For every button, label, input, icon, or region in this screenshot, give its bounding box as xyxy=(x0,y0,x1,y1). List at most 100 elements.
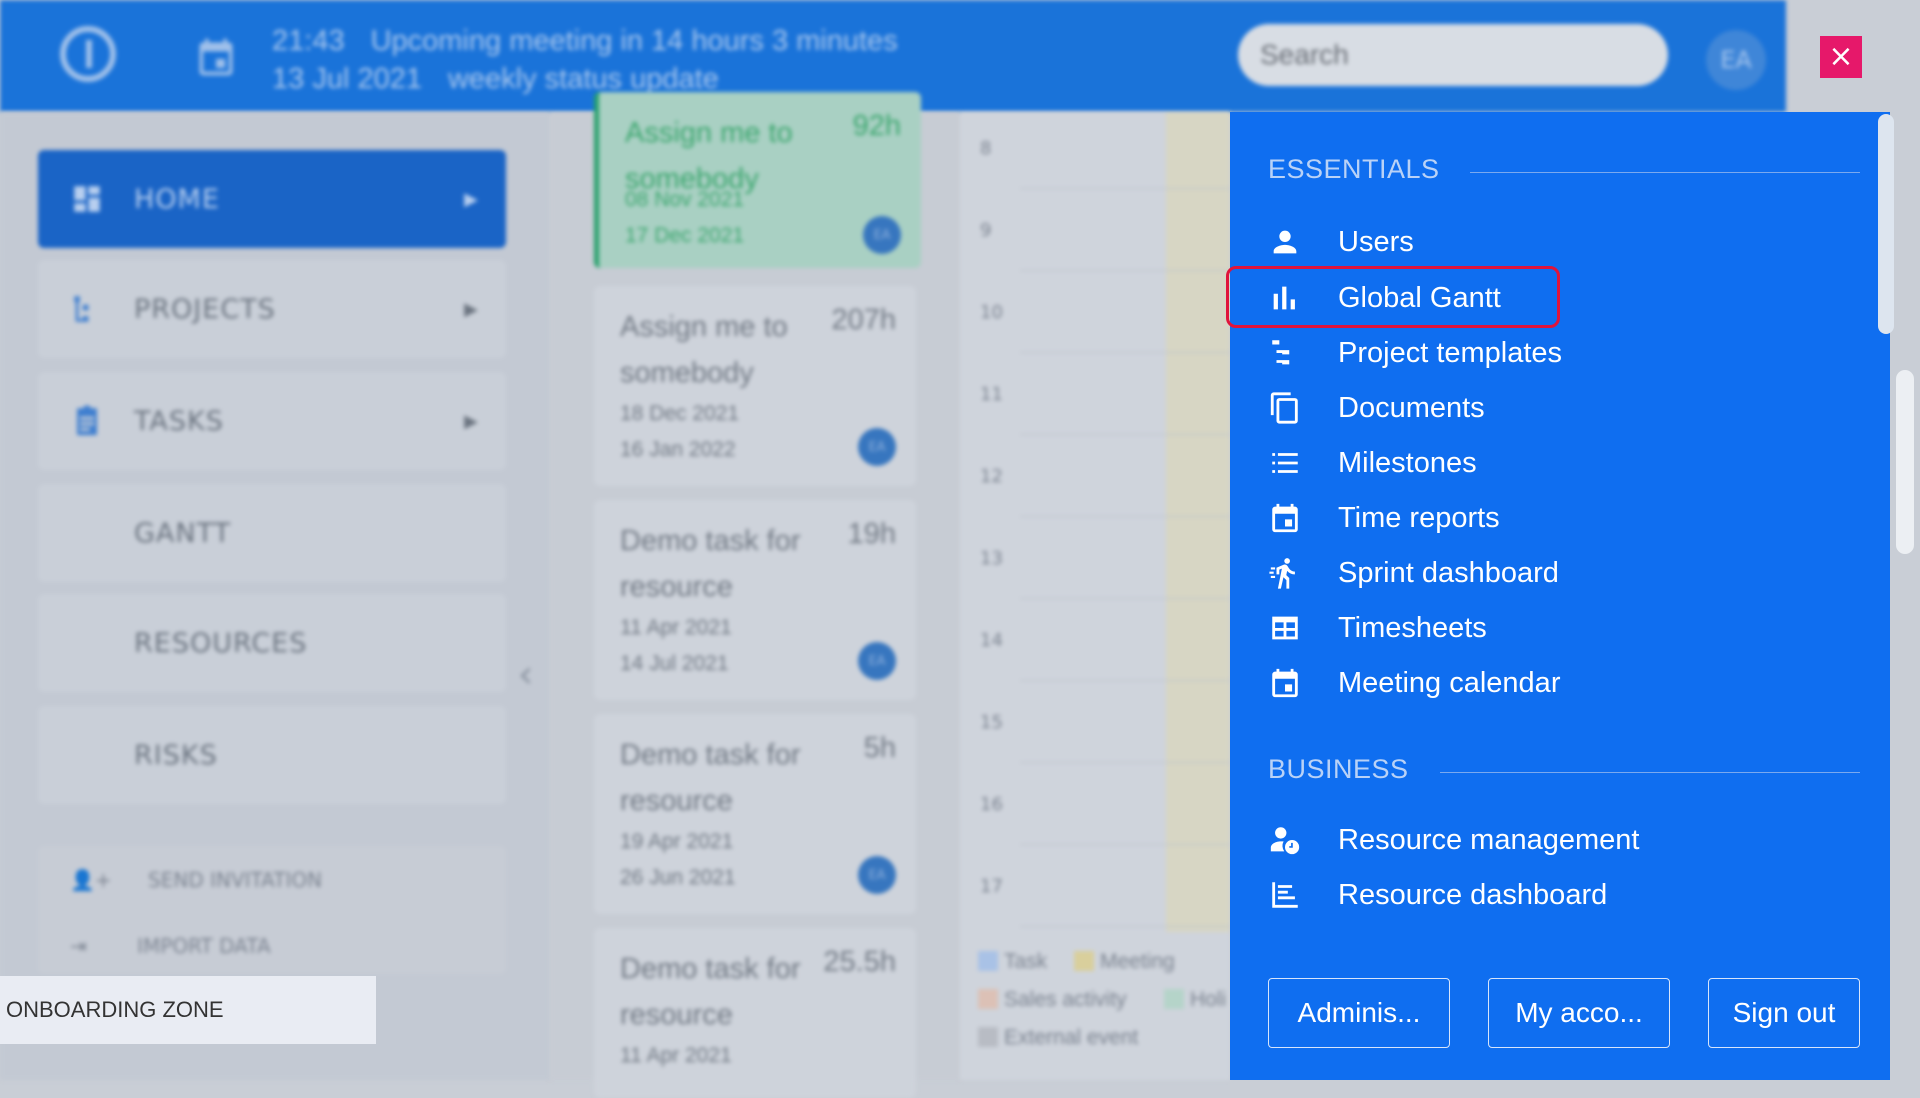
task-start: 11 Apr 2021 xyxy=(620,1044,732,1067)
task-list: Assign me to somebody 92h 08 Nov 2021 17… xyxy=(550,92,960,1098)
calendar-hour-label: 13 xyxy=(980,548,1003,569)
sidebar-item-projects[interactable]: PROJECTS ▶ xyxy=(38,260,506,358)
menu-item-label: Sprint dashboard xyxy=(1338,556,1559,589)
menu-item-label: Users xyxy=(1338,225,1414,258)
menu-item-label: Timesheets xyxy=(1338,611,1487,644)
task-hours: 207h xyxy=(831,304,896,336)
menu-item-project-templates[interactable]: Project templates xyxy=(1268,329,1828,377)
calendar-hour-label: 10 xyxy=(980,302,1003,323)
legend-swatch xyxy=(978,989,998,1009)
tree-icon xyxy=(74,296,89,322)
calendar-hour-label: 11 xyxy=(980,384,1003,405)
panel-scrollbar[interactable] xyxy=(1878,114,1894,334)
menu-item-resource-dashboard[interactable]: Resource dashboard xyxy=(1268,871,1828,919)
search-input[interactable] xyxy=(1238,24,1668,86)
legend-swatch xyxy=(978,951,998,971)
task-card[interactable]: Demo task for resource 5h 19 Apr 2021 26… xyxy=(594,714,916,914)
task-avatar: EA xyxy=(858,856,896,894)
sidebar-item-label: RISKS xyxy=(134,739,218,771)
calendar-hour-line xyxy=(1020,188,1230,189)
legend-item: Sales activity xyxy=(978,988,1127,1012)
menu-item-label: Meeting calendar xyxy=(1338,666,1561,699)
page-scrollbar[interactable] xyxy=(1896,370,1914,554)
import-icon: ⇥ xyxy=(70,934,94,958)
chevron-right-icon: ▶ xyxy=(464,410,478,432)
meeting-countdown: Upcoming meeting in 14 hours 3 minutes xyxy=(370,25,898,57)
app-logo-icon[interactable] xyxy=(60,26,116,82)
clipboard-icon xyxy=(77,405,97,436)
calendar-icon[interactable] xyxy=(194,34,238,84)
sidebar-item-risks[interactable]: RISKS xyxy=(38,706,506,804)
user-avatar[interactable]: EA xyxy=(1706,30,1766,90)
onboarding-zone-button[interactable]: ONBOARDING ZONE xyxy=(0,976,376,1044)
calendar-hour-line xyxy=(1020,434,1230,435)
menu-item-meeting-calendar[interactable]: Meeting calendar xyxy=(1268,659,1828,707)
task-card[interactable]: Assign me to somebody 207h 18 Dec 2021 1… xyxy=(594,286,916,486)
sign-out-button[interactable]: Sign out xyxy=(1708,978,1860,1048)
sidebar-item-gantt[interactable]: GANTT xyxy=(38,484,506,582)
dashboard-icon xyxy=(74,186,100,212)
meeting-title: weekly status update xyxy=(447,63,719,95)
menu-item-milestones[interactable]: Milestones xyxy=(1268,439,1828,487)
section-divider xyxy=(1470,172,1860,173)
menu-item-sprint-dashboard[interactable]: Sprint dashboard xyxy=(1268,549,1828,597)
calendar-hour-line xyxy=(1020,680,1230,681)
legend-item: External event xyxy=(978,1026,1138,1050)
menu-item-label: Resource management xyxy=(1338,823,1640,856)
send-invitation-label: SEND INVITATION xyxy=(148,868,323,892)
upcoming-meeting[interactable]: 21:43 Upcoming meeting in 14 hours 3 minu… xyxy=(272,22,924,98)
day-calendar: 8 9 10 11 12 13 14 15 16 17 Task Meeting Sales ac… xyxy=(960,112,1230,1080)
dashboard-icon xyxy=(1272,882,1298,908)
legend-swatch xyxy=(1164,989,1184,1009)
legend-swatch xyxy=(978,1027,998,1047)
legend-label: External event xyxy=(1004,1026,1139,1049)
business-heading: BUSINESS xyxy=(1268,754,1409,784)
menu-item-time-reports[interactable]: Time reports xyxy=(1268,494,1828,542)
task-start: 18 Dec 2021 xyxy=(620,402,740,425)
import-data-label: IMPORT DATA xyxy=(137,934,271,958)
sidebar-item-label: RESOURCES xyxy=(134,627,308,659)
chevron-right-icon: ▶ xyxy=(464,188,478,210)
section-divider xyxy=(1440,772,1860,773)
person-add-icon: 👤+ xyxy=(70,868,119,892)
legend-item: Holi xyxy=(1164,988,1226,1012)
import-data-link[interactable]: ⇥ IMPORT DATA xyxy=(70,934,271,958)
menu-item-label: Milestones xyxy=(1338,446,1477,479)
menu-item-label: Time reports xyxy=(1338,501,1500,534)
calendar-hour-line xyxy=(1020,926,1230,927)
task-hours: 92h xyxy=(852,110,901,142)
chevron-right-icon: ▶ xyxy=(464,298,478,320)
task-hours: 19h xyxy=(847,518,896,550)
task-card[interactable]: Demo task for resource 19h 11 Apr 2021 1… xyxy=(594,500,916,700)
legend-item: Meeting xyxy=(1074,950,1175,974)
task-title: Demo task for resource xyxy=(620,739,801,817)
task-card[interactable]: Assign me to somebody 92h 08 Nov 2021 17… xyxy=(594,92,921,268)
tree-icon xyxy=(1272,340,1290,365)
menu-item-resource-management[interactable]: Resource management xyxy=(1268,816,1828,864)
menu-item-users[interactable]: Users xyxy=(1268,218,1828,266)
bar-chart-icon xyxy=(1273,286,1295,310)
task-title: Assign me to somebody xyxy=(620,311,788,389)
close-panel-button[interactable]: × xyxy=(1820,36,1862,78)
menu-item-documents[interactable]: Documents xyxy=(1268,384,1828,432)
menu-item-global-gantt[interactable]: Global Gantt xyxy=(1268,274,1828,322)
administration-button[interactable]: Adminis... xyxy=(1268,978,1450,1048)
legend-label: Sales activity xyxy=(1004,988,1127,1011)
calendar-hour-label: 14 xyxy=(980,630,1003,651)
menu-item-timesheets[interactable]: Timesheets xyxy=(1268,604,1828,652)
calendar-hour-label: 17 xyxy=(980,876,1003,897)
calendar-hour-line xyxy=(1020,844,1230,845)
calendar-hour-line xyxy=(1020,762,1230,763)
collapse-sidebar-icon[interactable]: ‹ xyxy=(518,652,533,696)
calendar-hour-line xyxy=(1020,352,1230,353)
task-end: 14 Jul 2021 xyxy=(620,652,729,675)
sidebar: HOME ▶ PROJECTS ▶ TASKS ▶ GANTT RESOURCE… xyxy=(0,112,550,1080)
legend-swatch xyxy=(1074,951,1094,971)
running-icon xyxy=(1269,558,1295,589)
my-account-button[interactable]: My acco... xyxy=(1488,978,1670,1048)
sidebar-item-resources[interactable]: RESOURCES xyxy=(38,594,506,692)
sidebar-item-home[interactable]: HOME ▶ xyxy=(38,150,506,248)
task-card[interactable]: Demo task for resource 25.5h 11 Apr 2021 xyxy=(594,928,916,1098)
send-invitation-link[interactable]: 👤+ SEND INVITATION xyxy=(70,868,322,892)
sidebar-item-tasks[interactable]: TASKS ▶ xyxy=(38,372,506,470)
